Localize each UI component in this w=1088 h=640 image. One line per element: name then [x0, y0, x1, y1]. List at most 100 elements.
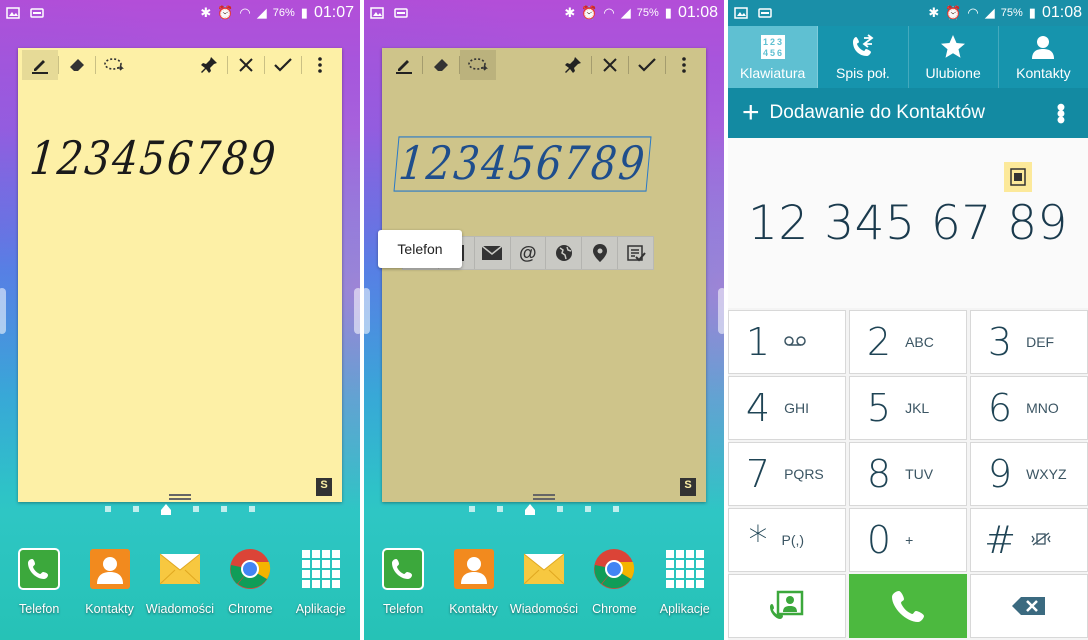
key-4[interactable]: 4 GHI	[728, 376, 846, 440]
dialed-number[interactable]: 12 345 67 89	[728, 196, 1088, 251]
save-button[interactable]	[629, 50, 665, 80]
pen-tool-button[interactable]	[386, 50, 422, 80]
more-options-button[interactable]	[666, 50, 702, 80]
notification-icon	[758, 8, 772, 18]
key-0[interactable]: 0 +	[849, 508, 967, 572]
key-9[interactable]: 9 WXYZ	[970, 442, 1088, 506]
add-contact-icon	[770, 590, 804, 619]
key-3[interactable]: 3 DEF	[970, 310, 1088, 374]
close-button[interactable]	[592, 50, 628, 80]
svg-text:3: 3	[777, 37, 782, 47]
key-letters: TUV	[905, 466, 934, 482]
key-hash[interactable]: #	[970, 508, 1088, 572]
tab-label: Kontakty	[1016, 65, 1071, 81]
pin-button[interactable]	[191, 50, 227, 80]
check-icon	[274, 58, 292, 72]
clock: 01:08	[1041, 4, 1082, 21]
dock-item-kontakty[interactable]: Kontakty	[439, 548, 509, 616]
close-icon	[239, 58, 253, 72]
status-bar: ✱ ⏰ ◠ ◢ 76% ▮ 01:07	[0, 0, 360, 26]
action-memo[interactable]: 123456789 @ S	[382, 48, 706, 502]
screen-memo: ✱ ⏰ ◠ ◢ 76% ▮ 01:07 123456789 S Telefon …	[0, 0, 360, 640]
more-options-button[interactable]	[302, 50, 338, 80]
sim-card-icon[interactable]	[1004, 162, 1032, 192]
screen-memo-selected: ✱ ⏰ ◠ ◢ 75% ▮ 01:08 123456789 @ S Telefo…	[364, 0, 724, 640]
add-to-contacts-bar[interactable]: + Dodawanie do Kontaktów •••	[728, 88, 1088, 138]
key-2[interactable]: 2 ABC	[849, 310, 967, 374]
tab-spis-pol[interactable]: Spis poł.	[818, 26, 909, 88]
key-8[interactable]: 8 TUV	[849, 442, 967, 506]
svg-text:1: 1	[763, 37, 768, 47]
key-star[interactable]: * P(,)	[728, 508, 846, 572]
dock-item-wiadomosci[interactable]: Wiadomości	[145, 548, 215, 616]
lasso-button[interactable]	[96, 50, 132, 80]
close-icon	[603, 58, 617, 72]
left-panel-handle[interactable]	[0, 288, 6, 334]
dock-item-chrome[interactable]: Chrome	[579, 548, 649, 616]
resize-grip[interactable]	[533, 494, 555, 500]
dock-label: Telefon	[19, 602, 60, 616]
save-button[interactable]	[265, 50, 301, 80]
pen-tool-button[interactable]	[22, 50, 58, 80]
bluetooth-icon: ✱	[564, 5, 576, 20]
action-browser[interactable]	[546, 237, 583, 269]
wifi-icon: ◠	[603, 5, 615, 20]
gallery-icon	[734, 7, 748, 19]
dock-item-aplikacje[interactable]: Aplikacje	[650, 548, 720, 616]
more-vert-icon[interactable]: •••	[1046, 103, 1074, 122]
dock-item-telefon[interactable]: Telefon	[368, 548, 438, 616]
action-memo[interactable]: 123456789 S	[18, 48, 342, 502]
left-panel-handle[interactable]	[364, 288, 370, 334]
dock-item-wiadomosci[interactable]: Wiadomości	[509, 548, 579, 616]
key-digit: #	[984, 518, 1016, 562]
lasso-button[interactable]	[460, 50, 496, 80]
clock: 01:07	[313, 4, 354, 21]
tab-kontakty[interactable]: Kontakty	[999, 26, 1088, 88]
plus-icon: +	[742, 96, 760, 129]
action-task[interactable]	[618, 237, 653, 269]
eraser-button[interactable]	[59, 50, 95, 80]
close-button[interactable]	[228, 50, 264, 80]
backspace-button[interactable]	[970, 574, 1088, 638]
dock-label: Telefon	[383, 602, 424, 616]
dial-keypad: 1 2 ABC 3 DEF 4 GHI 5 JKL 6 MNO 7 PQRS 8 TUV 9W…	[728, 310, 1088, 572]
key-1[interactable]: 1	[728, 310, 846, 374]
svg-text:5: 5	[770, 48, 775, 58]
tab-ulubione[interactable]: Ulubione	[909, 26, 999, 88]
eraser-button[interactable]	[423, 50, 459, 80]
phone-app-icon	[18, 548, 61, 590]
add-contact-button[interactable]	[728, 574, 846, 638]
dock-item-telefon[interactable]: Telefon	[4, 548, 74, 616]
dock-item-chrome[interactable]: Chrome	[215, 548, 285, 616]
pen-icon	[32, 60, 48, 74]
action-email[interactable]: @	[511, 237, 547, 269]
notification-icon	[394, 8, 408, 18]
key-5[interactable]: 5 JKL	[849, 376, 967, 440]
s-note-icon[interactable]: S	[316, 478, 332, 496]
dock-item-aplikacje[interactable]: Aplikacje	[286, 548, 356, 616]
wifi-icon: ◠	[239, 5, 251, 20]
resize-grip[interactable]	[169, 494, 191, 500]
selected-handwriting[interactable]: 123456789	[393, 136, 652, 192]
action-map[interactable]	[582, 237, 619, 269]
memo-toolbar	[18, 48, 342, 82]
battery-icon: ▮	[300, 5, 308, 20]
key-6[interactable]: 6 MNO	[970, 376, 1088, 440]
tab-klawiatura[interactable]: 123456 Klawiatura	[728, 26, 819, 88]
messages-app-icon	[159, 548, 201, 590]
signal-icon: ◢	[984, 5, 995, 20]
s-note-icon[interactable]: S	[680, 478, 696, 496]
tab-label: Ulubione	[925, 65, 981, 81]
page-indicator	[0, 504, 360, 515]
memo-toolbar	[382, 48, 706, 82]
dock-item-kontakty[interactable]: Kontakty	[75, 548, 145, 616]
key-digit: 4	[745, 386, 771, 430]
check-icon	[638, 58, 656, 72]
key-7[interactable]: 7 PQRS	[728, 442, 846, 506]
tab-label: Spis poł.	[836, 65, 890, 81]
pin-button[interactable]	[555, 50, 591, 80]
gallery-icon	[6, 7, 20, 19]
dialer-tabs: 123456 Klawiatura Spis poł. Ulubione Kon…	[728, 26, 1088, 88]
call-button[interactable]	[849, 574, 967, 638]
action-message[interactable]	[475, 237, 511, 269]
